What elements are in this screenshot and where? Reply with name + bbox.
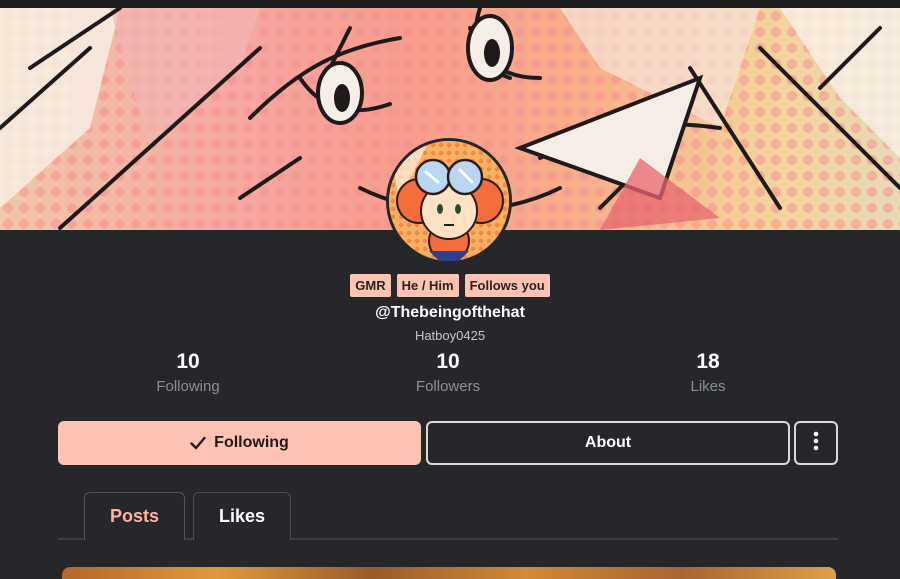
stat-likes-value: 18 [696, 350, 720, 373]
badge-follows-you: Follows you [464, 274, 550, 297]
profile-badges: GMR He / Him Follows you [0, 274, 900, 297]
post-thumbnail[interactable] [62, 567, 836, 579]
about-button-label: About [584, 434, 632, 451]
about-button[interactable]: About [426, 421, 790, 465]
stat-following-value: 10 [176, 350, 200, 373]
vertical-dots-icon [813, 431, 819, 456]
following-button-label: Following [214, 434, 289, 451]
stat-following-label: Following [156, 378, 220, 395]
stat-followers-value: 10 [436, 350, 460, 373]
stat-likes-label: Likes [690, 378, 726, 395]
tab-posts[interactable]: Posts [84, 492, 185, 540]
checkmark-icon [190, 436, 206, 450]
profile-handle: @Thebeingofthehat [375, 304, 525, 321]
top-bar [0, 0, 900, 8]
badge-pronouns: He / Him [396, 274, 459, 297]
stat-following[interactable]: 10 Following [88, 349, 288, 395]
tab-likes[interactable]: Likes [193, 492, 291, 540]
avatar[interactable] [386, 138, 512, 264]
tab-likes-label: Likes [218, 506, 266, 526]
profile-username: Hatboy0425 [414, 328, 486, 343]
tab-posts-label: Posts [109, 506, 160, 526]
badge-role: GMR [350, 274, 391, 297]
following-button[interactable]: Following [58, 421, 421, 465]
stat-followers-label: Followers [415, 378, 481, 395]
more-options-button[interactable] [794, 421, 838, 465]
stat-followers[interactable]: 10 Followers [348, 349, 548, 395]
stat-likes[interactable]: 18 Likes [608, 349, 808, 395]
